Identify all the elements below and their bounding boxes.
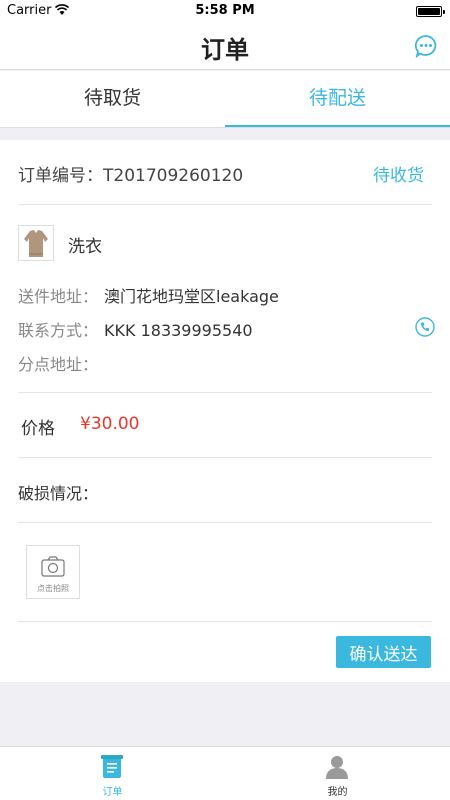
- divider: [18, 392, 432, 393]
- sweater-icon: [24, 230, 48, 257]
- order-number-label: 订单编号：: [18, 166, 103, 186]
- order-number: 订单编号：T201709260120: [18, 161, 243, 186]
- contact-label: 联系方式：: [18, 321, 99, 340]
- tabs-divider: [0, 127, 450, 128]
- product-thumbnail: [18, 225, 54, 261]
- divider: [18, 204, 432, 205]
- take-photo-button[interactable]: 点击拍照: [26, 545, 80, 599]
- tab-bar-label-orders: 订单: [102, 787, 123, 798]
- contact-row: 联系方式： KKK 18339995540: [18, 317, 253, 341]
- order-list-icon: [101, 755, 123, 778]
- send-address-row: 送件地址： 澳门花地玛堂区leakage: [18, 283, 279, 307]
- price-label: 价格: [21, 419, 55, 439]
- branch-address-row: 分点地址：: [18, 351, 104, 375]
- order-tabs: 待取货 待配送: [0, 71, 450, 127]
- status-time: 5:58 PM: [195, 3, 255, 18]
- nav-bar: 订单: [0, 22, 450, 70]
- product-name: 洗衣: [68, 237, 102, 257]
- order-status-badge: 待收货: [373, 166, 424, 186]
- page-title: 订单: [201, 36, 249, 64]
- tab-bar-item-orders[interactable]: 订单: [0, 747, 225, 800]
- divider: [18, 522, 432, 523]
- confirm-delivery-button[interactable]: 确认送达: [336, 636, 431, 668]
- tab-bar-label-profile: 我的: [327, 787, 348, 798]
- order-number-value: T201709260120: [103, 166, 244, 186]
- price-value: ¥30.00: [80, 414, 140, 434]
- tab-pending-pickup[interactable]: 待取货: [0, 71, 225, 127]
- send-address-value: 澳门花地玛堂区leakage: [104, 287, 279, 306]
- bottom-tab-bar: 订单 我的: [0, 746, 450, 800]
- battery-icon: [416, 6, 445, 17]
- order-card: 订单编号：T201709260120 待收货 洗衣 送件地址： 澳门花地玛堂区le…: [0, 140, 450, 682]
- branch-address-label: 分点地址：: [18, 355, 99, 374]
- status-bar: Carrier 5:58 PM: [0, 0, 450, 22]
- send-address-label: 送件地址：: [18, 287, 99, 306]
- phone-icon[interactable]: [415, 317, 435, 337]
- camera-icon: [41, 556, 65, 577]
- profile-icon: [326, 756, 348, 779]
- contact-value: KKK 18339995540: [104, 321, 253, 340]
- divider: [18, 457, 432, 458]
- damage-label: 破损情况：: [18, 484, 99, 503]
- photo-caption: 点击拍照: [37, 584, 69, 593]
- tab-pending-delivery[interactable]: 待配送: [225, 71, 450, 127]
- divider: [18, 621, 432, 622]
- tab-bar-item-profile[interactable]: 我的: [225, 747, 450, 800]
- chat-bubble-icon[interactable]: [414, 34, 438, 58]
